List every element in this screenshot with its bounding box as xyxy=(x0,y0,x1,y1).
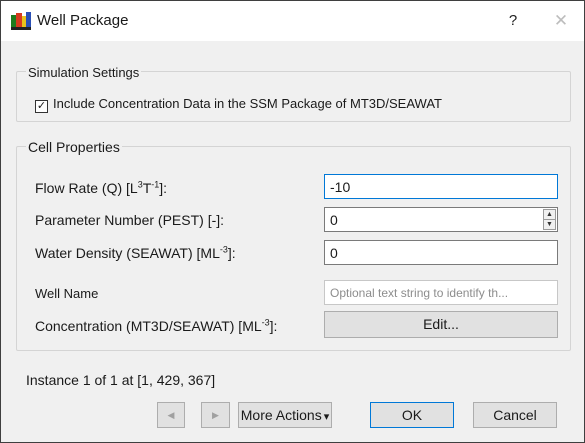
parameter-number-stepper[interactable]: ▲ ▼ xyxy=(543,209,556,230)
parameter-number-value: 0 xyxy=(330,212,338,228)
well-name-input[interactable]: Optional text string to identify th... xyxy=(324,280,558,305)
dropdown-arrow-icon: ▾ xyxy=(323,411,330,423)
concentration-label: Concentration (MT3D/SEAWAT) [ML-3]: xyxy=(35,317,278,334)
concentration-edit-button[interactable]: Edit... xyxy=(324,311,558,338)
ok-button[interactable]: OK xyxy=(370,402,454,428)
water-density-input[interactable]: 0 xyxy=(324,240,558,265)
chevron-right-icon: ▶ xyxy=(212,410,219,420)
cancel-button[interactable]: Cancel xyxy=(473,402,557,428)
title-bar: Well Package ? ✕ xyxy=(1,1,584,41)
more-actions-button[interactable]: More Actions ▾ xyxy=(238,402,332,428)
well-name-label: Well Name xyxy=(35,286,99,301)
well-package-dialog: Well Package ? ✕ Simulation Settings ✓ In… xyxy=(0,0,585,443)
instance-status: Instance 1 of 1 at [1, 429, 367] xyxy=(26,372,216,388)
next-instance-button[interactable]: ▶ xyxy=(201,402,230,428)
help-button[interactable]: ? xyxy=(501,9,525,33)
spin-up-icon[interactable]: ▲ xyxy=(544,210,555,219)
include-concentration-row[interactable]: ✓ Include Concentration Data in the SSM P… xyxy=(35,96,442,113)
include-concentration-checkbox[interactable]: ✓ xyxy=(35,100,48,113)
spin-down-icon[interactable]: ▼ xyxy=(544,219,555,229)
flow-rate-input[interactable]: -10 xyxy=(324,174,558,199)
flow-rate-label: Flow Rate (Q) [L3T-1]: xyxy=(35,179,168,196)
close-button[interactable]: ✕ xyxy=(549,9,573,33)
include-concentration-label: Include Concentration Data in the SSM Pa… xyxy=(53,96,442,111)
chevron-left-icon: ◀ xyxy=(167,410,175,420)
dialog-title: Well Package xyxy=(37,12,129,29)
more-actions-label: More Actions xyxy=(240,407,322,423)
cell-properties-title: Cell Properties xyxy=(26,139,122,155)
water-density-label: Water Density (SEAWAT) [ML-3]: xyxy=(35,244,236,261)
parameter-number-spinbox[interactable]: 0 ▲ ▼ xyxy=(324,207,558,232)
previous-instance-button[interactable]: ◀ xyxy=(157,402,185,428)
well-package-app-icon xyxy=(11,12,31,30)
parameter-number-label: Parameter Number (PEST) [-]: xyxy=(35,212,225,228)
simulation-settings-title: Simulation Settings xyxy=(26,65,142,80)
